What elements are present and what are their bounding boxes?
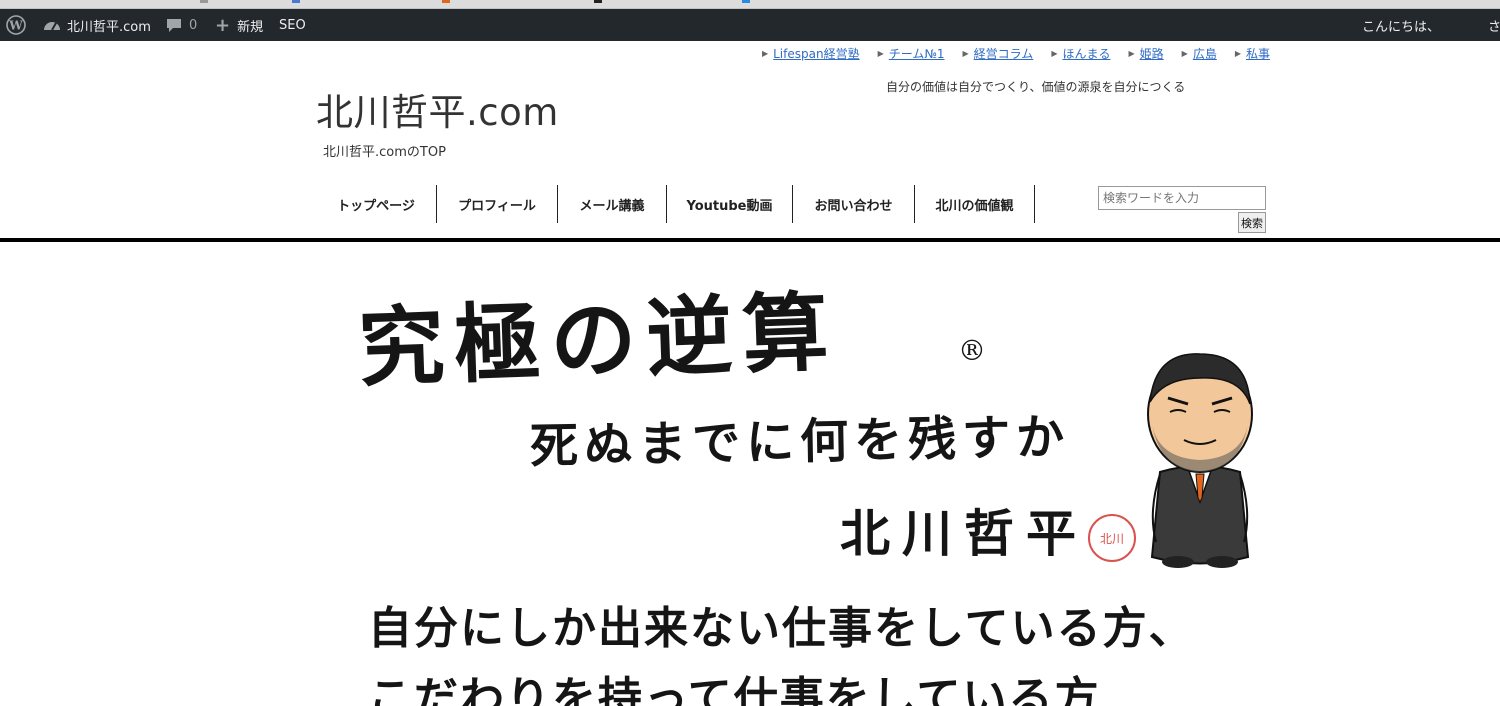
wordpress-logo-button[interactable]: W bbox=[6, 9, 26, 41]
account-greeting[interactable]: こんにちは、 bbox=[1362, 9, 1440, 41]
triangle-bullet-icon: ▶ bbox=[962, 49, 969, 58]
triangle-bullet-icon: ▶ bbox=[877, 49, 884, 58]
hero-banner: 究極の逆算 ® 死ぬまでに何を残すか 北川哲平 北川 自分にしか出来ない仕事をし… bbox=[330, 242, 1290, 706]
seo-label: SEO bbox=[279, 17, 306, 33]
site-name-button[interactable]: 北川哲平.com bbox=[43, 9, 151, 41]
new-content-button[interactable]: + 新規 bbox=[215, 9, 263, 41]
tab-indicator bbox=[442, 0, 450, 3]
nav-item-profile[interactable]: プロフィール bbox=[437, 185, 558, 223]
account-greeting-tail[interactable]: さ bbox=[1488, 9, 1500, 41]
top-link-team[interactable]: チーム№1 bbox=[889, 45, 945, 62]
svg-text:W: W bbox=[8, 19, 23, 33]
site-description: 北川哲平.comのTOP bbox=[323, 145, 446, 160]
hero-subheadline: 死ぬまでに何を残すか bbox=[529, 409, 1071, 475]
top-link-himeji[interactable]: 姫路 bbox=[1140, 45, 1164, 62]
top-link-item: ▶ 経営コラム bbox=[963, 45, 1034, 62]
stamp-label: 北川 bbox=[1099, 531, 1124, 546]
triangle-bullet-icon: ▶ bbox=[1181, 49, 1188, 58]
search-input[interactable] bbox=[1098, 186, 1266, 210]
tab-indicator bbox=[292, 0, 300, 3]
top-link-item: ▶ チーム№1 bbox=[878, 45, 945, 62]
top-link-private[interactable]: 私事 bbox=[1246, 45, 1270, 62]
top-link-item: ▶ ほんまる bbox=[1051, 45, 1110, 62]
hero-author-name: 北川哲平 bbox=[840, 504, 1088, 563]
comments-count: 0 bbox=[189, 17, 198, 33]
top-link-lifespan[interactable]: Lifespan経営塾 bbox=[773, 45, 859, 62]
plus-icon: + bbox=[215, 14, 231, 36]
tab-indicator bbox=[200, 0, 208, 3]
site-name-label: 北川哲平.com bbox=[67, 19, 151, 35]
dashboard-gauge-icon bbox=[44, 22, 60, 31]
wordpress-icon: W bbox=[6, 15, 26, 35]
triangle-bullet-icon: ▶ bbox=[1234, 49, 1241, 58]
nav-item-values[interactable]: 北川の価値観 bbox=[915, 185, 1035, 223]
greeting-tail-label: さ bbox=[1488, 19, 1500, 35]
businessman-illustration bbox=[1147, 353, 1253, 568]
nav-item-mail-lecture[interactable]: メール講義 bbox=[558, 185, 667, 223]
top-link-item: ▶ 姫路 bbox=[1128, 45, 1163, 62]
hero-headline: 究極の逆算 bbox=[356, 281, 840, 400]
search-button[interactable]: 検索 bbox=[1238, 212, 1266, 233]
comment-bubble-icon bbox=[167, 18, 181, 32]
site-title[interactable]: 北川哲平.com bbox=[316, 82, 559, 136]
nav-item-youtube[interactable]: Youtube動画 bbox=[667, 185, 793, 223]
nav-item-top-page[interactable]: トップページ bbox=[316, 185, 437, 223]
tab-indicator bbox=[594, 0, 602, 3]
triangle-bullet-icon: ▶ bbox=[761, 49, 769, 58]
seo-menu-button[interactable]: SEO bbox=[279, 9, 306, 41]
browser-tab-strip bbox=[0, 0, 1500, 9]
hero-message-line-1: 自分にしか出来ない仕事をしている方、 bbox=[368, 603, 1195, 654]
registered-mark: ® bbox=[958, 334, 986, 367]
main-nav: トップページ プロフィール メール講義 Youtube動画 お問い合わせ 北川の… bbox=[316, 185, 1035, 223]
name-seal-stamp: 北川 bbox=[1088, 514, 1136, 562]
triangle-bullet-icon: ▶ bbox=[1128, 49, 1135, 58]
top-link-item: ▶ Lifespan経営塾 bbox=[762, 45, 860, 62]
tab-indicator bbox=[742, 0, 750, 3]
top-link-item: ▶ 広島 bbox=[1182, 45, 1217, 62]
admin-bar: W 北川哲平.com 0 + 新規 SEO こんにちは、 さ bbox=[0, 9, 1500, 41]
nav-item-contact[interactable]: お問い合わせ bbox=[793, 185, 915, 223]
greeting-label: こんにちは、 bbox=[1362, 19, 1441, 35]
comments-button[interactable]: 0 bbox=[166, 9, 197, 41]
triangle-bullet-icon: ▶ bbox=[1051, 49, 1058, 58]
hero-message-line-2: こだわりを持って仕事をしている方 bbox=[368, 673, 1101, 706]
new-content-label: 新規 bbox=[237, 19, 264, 35]
site-tagline: 自分の価値は自分でつくり、価値の源泉を自分につくる bbox=[886, 80, 1186, 94]
top-link-honmaru[interactable]: ほんまる bbox=[1062, 45, 1110, 62]
top-link-hiroshima[interactable]: 広島 bbox=[1193, 45, 1217, 62]
top-link-item: ▶ 私事 bbox=[1235, 45, 1270, 62]
top-links-menu: ▶ Lifespan経営塾 ▶ チーム№1 ▶ 経営コラム ▶ ほんまる ▶ 姫路 ▶ 広島… bbox=[760, 45, 1270, 62]
top-link-column[interactable]: 経営コラム bbox=[974, 45, 1034, 62]
